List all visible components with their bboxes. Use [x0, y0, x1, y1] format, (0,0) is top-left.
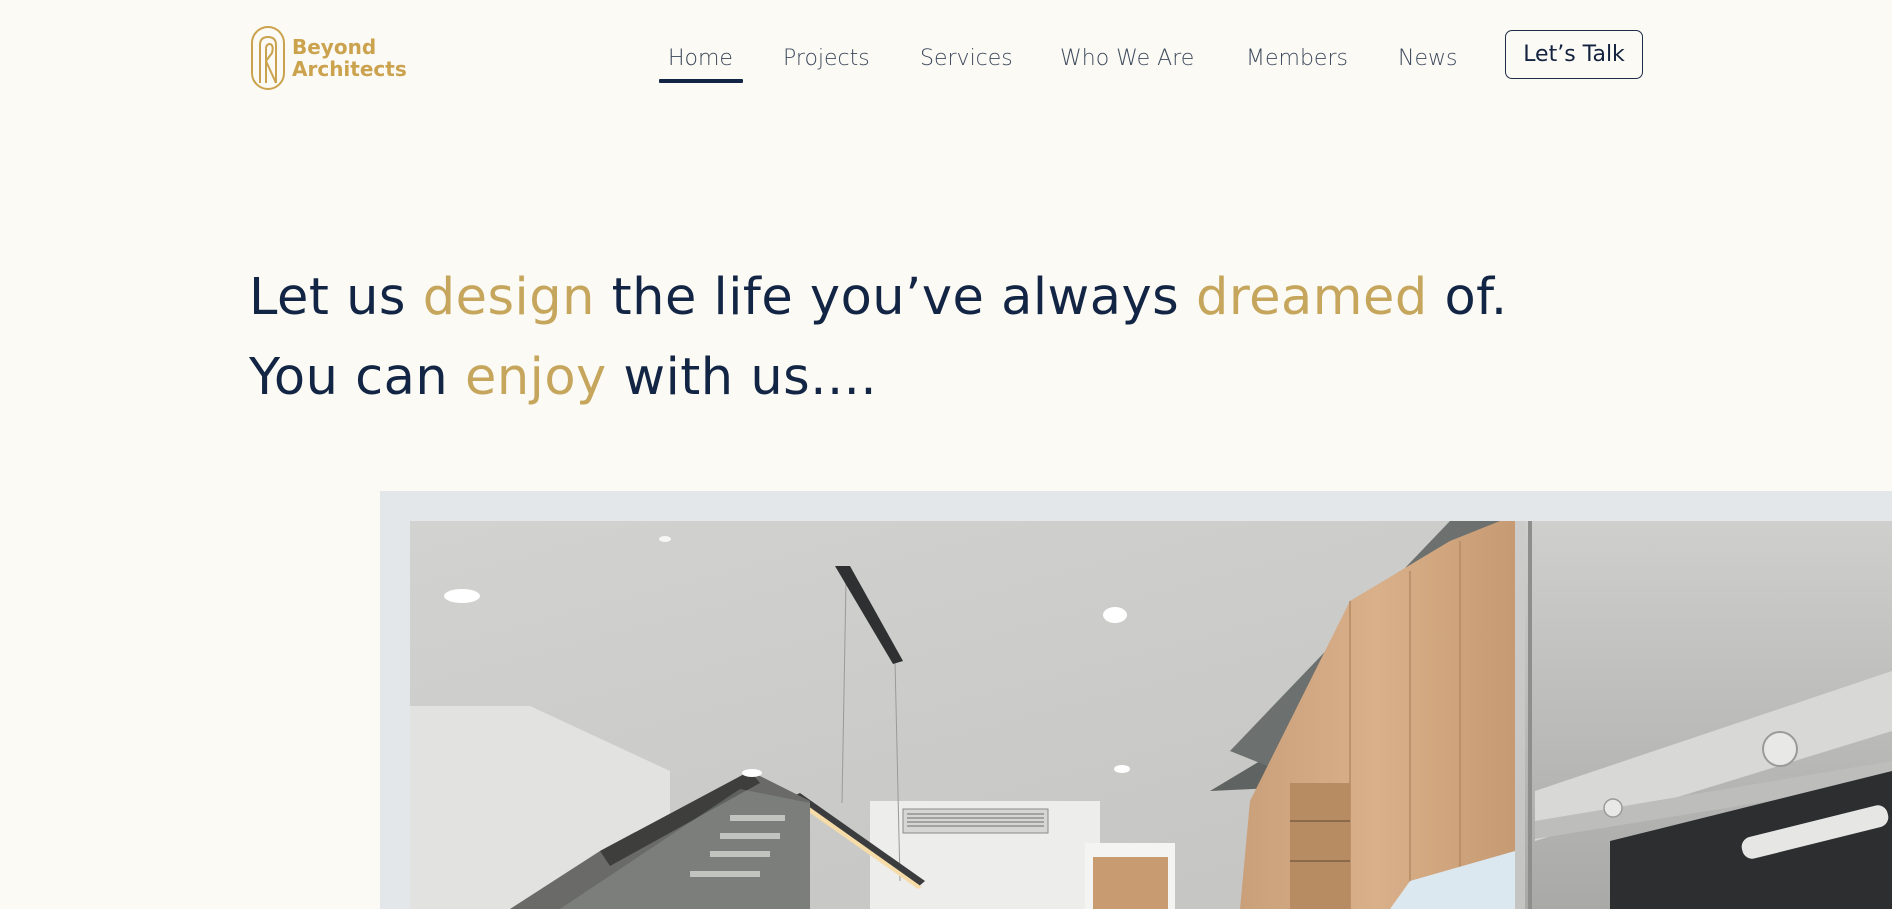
nav-item-services[interactable]: Services	[920, 44, 1013, 74]
active-nav-indicator	[659, 79, 743, 83]
nav-item-who-we-are[interactable]: Who We Are	[1060, 44, 1194, 74]
hero-highlight-design: design	[422, 268, 595, 327]
hero-text: You can	[249, 348, 465, 407]
nav-item-members[interactable]: Members	[1246, 44, 1348, 74]
hero-heading: Let us design the life you’ve always dre…	[249, 258, 1508, 418]
hero-image	[410, 521, 1892, 909]
hero-highlight-dreamed: dreamed	[1195, 268, 1428, 327]
hero-highlight-enjoy: enjoy	[464, 348, 607, 407]
interior-photo-illustration	[410, 521, 1892, 909]
lets-talk-button[interactable]: Let’s Talk	[1505, 30, 1643, 79]
nav-item-projects[interactable]: Projects	[783, 44, 870, 74]
nav-item-home[interactable]: Home	[668, 44, 733, 74]
nav-item-news[interactable]: News	[1398, 44, 1457, 74]
hero-text: Let us	[249, 268, 423, 327]
hero-text: the life you’ve always	[594, 268, 1196, 327]
hero-text: with us....	[606, 348, 878, 407]
hero-text: of.	[1427, 268, 1508, 327]
hero-line-1: Let us design the life you’ve always dre…	[249, 258, 1508, 338]
hero-line-2: You can enjoy with us....	[249, 338, 1508, 418]
page: Beyond Architects Home Projects Services…	[0, 0, 1892, 909]
